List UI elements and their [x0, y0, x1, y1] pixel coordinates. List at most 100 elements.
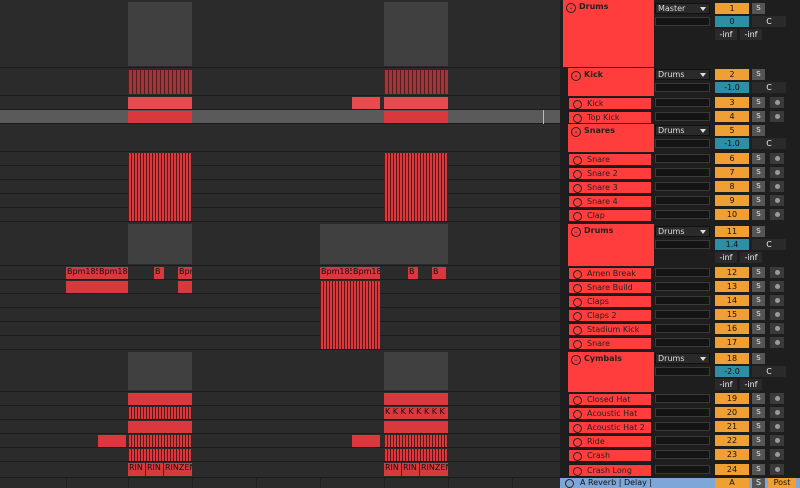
clip-closed-hat[interactable]	[128, 393, 192, 405]
track-header-closed-hat[interactable]: Closed Hat	[568, 393, 652, 406]
clip-top-kick[interactable]	[128, 111, 192, 123]
solo-button[interactable]: S	[752, 295, 765, 306]
solo-button[interactable]: S	[752, 464, 765, 475]
group-header-snares-title[interactable]: ⌄ Snares	[568, 124, 654, 138]
solo-button[interactable]: S	[752, 69, 765, 80]
clip-snares[interactable]	[384, 153, 448, 221]
input-slot[interactable]	[655, 98, 710, 107]
group-header-drums-title[interactable]: ⌄ Drums	[563, 0, 654, 16]
solo-button[interactable]: S	[752, 267, 765, 278]
group-header-drums-sub-title[interactable]: ⌄ Drums	[568, 224, 654, 238]
solo-button[interactable]: S	[752, 421, 765, 432]
track-activator[interactable]: 22	[715, 435, 749, 446]
lane-claps-2[interactable]	[0, 308, 560, 322]
input-slot[interactable]	[655, 422, 710, 431]
group-clip-overview[interactable]	[384, 2, 448, 66]
solo-button[interactable]: S	[752, 435, 765, 446]
track-header-clap[interactable]: Clap	[568, 209, 652, 222]
play-icon[interactable]	[573, 284, 582, 293]
clip-snare-build[interactable]	[178, 281, 192, 293]
play-icon[interactable]	[573, 170, 582, 179]
solo-button[interactable]: S	[752, 449, 765, 460]
arm-button[interactable]	[770, 337, 784, 348]
track-activator[interactable]: 6	[715, 153, 749, 164]
clip-acoustic-hat[interactable]	[128, 407, 192, 419]
clip-crash-long[interactable]: RIN	[146, 463, 163, 476]
track-activator[interactable]: 13	[715, 281, 749, 292]
lane-ride[interactable]	[0, 434, 560, 448]
play-icon[interactable]	[573, 212, 582, 221]
fold-icon[interactable]: ⌄	[571, 227, 581, 237]
volume-field[interactable]: 1.4	[715, 239, 749, 250]
track-header-snare-b[interactable]: Snare	[568, 337, 652, 350]
track-activator[interactable]: 11	[715, 226, 749, 237]
output-routing-select[interactable]: Drums	[655, 226, 710, 237]
arm-button[interactable]	[770, 209, 784, 220]
track-header-claps-2[interactable]: Claps 2	[568, 309, 652, 322]
group-header-cymbals-title[interactable]: ⌄ Cymbals	[568, 352, 654, 366]
input-slot[interactable]	[655, 450, 710, 459]
clip-crash-long[interactable]: RIN	[384, 463, 401, 476]
group-clip-overview[interactable]	[128, 2, 192, 66]
track-activator[interactable]: 17	[715, 337, 749, 348]
input-slot[interactable]	[655, 268, 710, 277]
clip-amen-break[interactable]: Bpm185	[320, 267, 352, 279]
lane-claps[interactable]	[0, 294, 560, 308]
clip-closed-hat[interactable]	[384, 393, 448, 405]
pan-field[interactable]: C	[752, 82, 786, 93]
clip-snare-build[interactable]	[66, 281, 128, 293]
track-header-crash[interactable]: Crash	[568, 449, 652, 462]
input-slot[interactable]	[655, 394, 710, 403]
solo-button[interactable]: S	[752, 353, 765, 364]
clip-amen-break[interactable]: Bpm	[178, 267, 192, 279]
clip-amen-break[interactable]: Bpm185	[66, 267, 98, 279]
play-icon[interactable]	[573, 114, 582, 123]
play-icon[interactable]	[573, 424, 582, 433]
arm-button[interactable]	[770, 167, 784, 178]
play-icon[interactable]	[573, 410, 582, 419]
pan-field[interactable]: C	[752, 239, 786, 250]
solo-button[interactable]: S	[752, 3, 765, 14]
arm-button[interactable]	[770, 281, 784, 292]
clip-acoustic-hat-2[interactable]	[128, 421, 192, 433]
solo-button[interactable]: S	[752, 323, 765, 334]
play-icon[interactable]	[573, 270, 582, 279]
fold-icon[interactable]: ⌄	[571, 127, 581, 137]
track-header-top-kick[interactable]: Top Kick	[568, 111, 652, 124]
group-clip-overview[interactable]	[128, 352, 192, 390]
arm-button[interactable]	[770, 393, 784, 404]
track-header-acoustic-hat[interactable]: Acoustic Hat	[568, 407, 652, 420]
output-routing-select[interactable]: Drums	[655, 125, 710, 136]
solo-button[interactable]: S	[752, 153, 765, 164]
solo-button[interactable]: S	[752, 393, 765, 404]
arm-button[interactable]	[770, 449, 784, 460]
play-icon[interactable]	[573, 452, 582, 461]
play-icon[interactable]	[573, 326, 582, 335]
arm-button[interactable]	[770, 407, 784, 418]
clip-ride[interactable]	[128, 435, 192, 447]
clip-ride[interactable]	[98, 435, 126, 447]
post-button[interactable]: Post	[768, 478, 796, 488]
solo-button[interactable]: S	[752, 97, 765, 108]
track-activator[interactable]: A	[715, 478, 749, 488]
arrangement-view[interactable]: Bpm185 Bpm18 B Bpm Bpm185 Bpm18 B B K K …	[0, 0, 560, 488]
solo-button[interactable]: S	[752, 111, 765, 122]
play-icon[interactable]	[573, 438, 582, 447]
solo-button[interactable]: S	[752, 309, 765, 320]
input-slot[interactable]	[655, 83, 710, 92]
fold-icon[interactable]: ⌄	[566, 3, 576, 13]
lane-snare[interactable]	[0, 152, 560, 166]
input-slot[interactable]	[655, 112, 710, 121]
track-header-snare-4[interactable]: Snare 4	[568, 195, 652, 208]
track-header-claps[interactable]: Claps	[568, 295, 652, 308]
clip-kick-overview[interactable]	[384, 70, 448, 94]
play-icon[interactable]	[573, 340, 582, 349]
play-icon[interactable]	[573, 396, 582, 405]
volume-field[interactable]: -1.0	[715, 138, 749, 149]
track-header-snare-3[interactable]: Snare 3	[568, 181, 652, 194]
clip-ride[interactable]	[384, 435, 448, 447]
clip-acoustic-hat-2[interactable]	[384, 421, 448, 433]
pan-field[interactable]: C	[752, 138, 786, 149]
clip-acoustic-hat[interactable]: K K K K K K K K K	[384, 407, 448, 419]
clip-crash-long[interactable]: RINZEN	[420, 463, 448, 476]
